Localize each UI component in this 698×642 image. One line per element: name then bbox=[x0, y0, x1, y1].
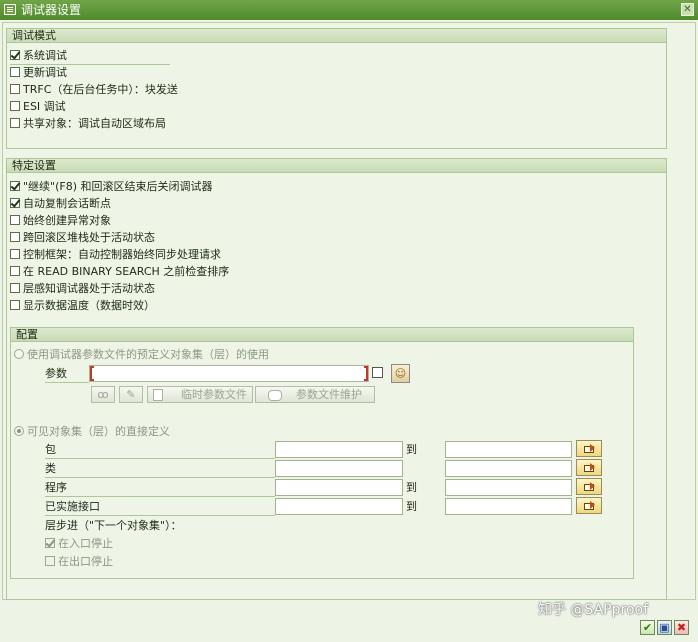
config-title: 配置 bbox=[11, 328, 633, 342]
title-bar: 调试器设置 ✕ bbox=[0, 0, 698, 20]
row-label-interface: 已实施接口 bbox=[45, 500, 100, 513]
debug-mode-list: 系统调试 更新调试 TRFC（在后台任务中）：块发送 ESI 调试 共享对象：调… bbox=[10, 47, 178, 132]
param-file-maintain-button[interactable]: 参数文件维护 bbox=[255, 386, 375, 403]
stop-at-entry-option[interactable]: 在入口停止 bbox=[45, 535, 113, 552]
checkbox[interactable] bbox=[10, 50, 20, 60]
stop-at-exit-option[interactable]: 在出口停止 bbox=[45, 553, 113, 570]
program-from-input[interactable] bbox=[275, 479, 403, 496]
option-system-debugging[interactable]: 系统调试 bbox=[10, 47, 178, 64]
package-from-input[interactable] bbox=[275, 441, 403, 458]
row-label-class: 类 bbox=[45, 462, 56, 475]
check-icon[interactable]: ✔ bbox=[640, 620, 655, 635]
to-label: 到 bbox=[406, 500, 417, 513]
edit-button[interactable]: ✎ bbox=[119, 386, 143, 403]
checkbox[interactable] bbox=[10, 283, 20, 293]
checkbox[interactable] bbox=[10, 232, 20, 242]
maintain-icon bbox=[268, 389, 282, 401]
option-update-debugging[interactable]: 更新调试 bbox=[10, 64, 178, 81]
save-icon[interactable]: ▣ bbox=[657, 620, 672, 635]
checkbox[interactable] bbox=[45, 538, 55, 548]
to-label: 到 bbox=[406, 481, 417, 494]
required-marker-right bbox=[364, 366, 368, 381]
option-layer-aware-debugger[interactable]: 层感知调试器处于活动状态 bbox=[10, 280, 229, 297]
checkbox[interactable] bbox=[10, 266, 20, 276]
pencil-icon: ✎ bbox=[126, 388, 136, 401]
option-control-framework-sync[interactable]: 控制框架：自动控制器始终同步处理请求 bbox=[10, 246, 229, 263]
close-button[interactable]: ✕ bbox=[681, 3, 694, 16]
class-from-input[interactable] bbox=[275, 460, 403, 477]
row-underline bbox=[45, 441, 275, 459]
option-shared-objects[interactable]: 共享对象：调试自动区域布局 bbox=[10, 115, 178, 132]
temp-param-file-button[interactable]: 临时参数文件 bbox=[147, 386, 253, 403]
package-to-input[interactable] bbox=[445, 441, 572, 458]
param-label-underline bbox=[45, 365, 89, 383]
checkbox[interactable] bbox=[10, 118, 20, 128]
required-marker-left bbox=[90, 366, 94, 381]
row-underline bbox=[45, 479, 275, 497]
checkbox[interactable] bbox=[10, 101, 20, 111]
special-settings-title: 特定设置 bbox=[7, 159, 666, 173]
checkbox[interactable] bbox=[10, 181, 20, 191]
option-always-create-exception[interactable]: 始终创建异常对象 bbox=[10, 212, 229, 229]
checkbox[interactable] bbox=[10, 84, 20, 94]
row-underline bbox=[45, 460, 275, 478]
checkbox[interactable] bbox=[10, 198, 20, 208]
watermark: 知乎 @SAPproof bbox=[538, 602, 649, 618]
dialog-icon bbox=[4, 4, 16, 15]
special-settings-group: 特定设置 "继续"(F8) 和回滚区结束后关闭调试器 自动复制会话断点 始终创建… bbox=[6, 158, 667, 600]
debug-mode-title: 调试模式 bbox=[7, 29, 666, 43]
user-icon[interactable]: ☺ bbox=[391, 364, 410, 383]
step-label: 层步进（"下一个对象集"）： bbox=[45, 519, 182, 532]
radio-direct[interactable] bbox=[14, 426, 24, 436]
class-to-input[interactable] bbox=[445, 460, 572, 477]
multiple-selection-button-package[interactable] bbox=[576, 440, 602, 457]
document-icon bbox=[153, 389, 163, 401]
interface-from-input[interactable] bbox=[275, 498, 403, 515]
row-label-package: 包 bbox=[45, 443, 56, 456]
program-to-input[interactable] bbox=[445, 479, 572, 496]
option-check-sort-binary-search[interactable]: 在 READ BINARY SEARCH 之前检查排序 bbox=[10, 263, 229, 280]
checkbox[interactable] bbox=[45, 556, 55, 566]
radio-predefined-option[interactable]: 使用调试器参数文件的预定义对象集（层）的使用 bbox=[14, 346, 269, 363]
multiple-selection-button-class[interactable] bbox=[576, 459, 602, 476]
checkbox[interactable] bbox=[10, 249, 20, 259]
to-label: 到 bbox=[406, 443, 417, 456]
option-copy-session-breakpoints[interactable]: 自动复制会话断点 bbox=[10, 195, 229, 212]
checkbox[interactable] bbox=[10, 300, 20, 310]
checkbox[interactable] bbox=[10, 67, 20, 77]
special-settings-list: "继续"(F8) 和回滚区结束后关闭调试器 自动复制会话断点 始终创建异常对象 … bbox=[10, 178, 229, 314]
param-input[interactable] bbox=[89, 365, 369, 382]
option-esi-debugging[interactable]: ESI 调试 bbox=[10, 98, 178, 115]
debug-mode-group: 调试模式 系统调试 更新调试 TRFC（在后台任务中）：块发送 ESI 调试 共… bbox=[6, 28, 667, 149]
option-data-temperature[interactable]: 显示数据温度（数据时效） bbox=[10, 297, 229, 314]
radio-predefined[interactable] bbox=[14, 349, 24, 359]
multiple-selection-button-interface[interactable] bbox=[576, 497, 602, 514]
glasses-icon: ꝏ bbox=[97, 388, 109, 401]
window-title: 调试器设置 bbox=[21, 3, 82, 17]
interface-to-input[interactable] bbox=[445, 498, 572, 515]
option-trfc[interactable]: TRFC（在后台任务中）：块发送 bbox=[10, 81, 178, 98]
option-close-after-continue[interactable]: "继续"(F8) 和回滚区结束后关闭调试器 bbox=[10, 178, 229, 195]
radio-direct-option[interactable]: 可见对象集（层）的直接定义 bbox=[14, 423, 170, 440]
option-cross-rollback-stack[interactable]: 跨回滚区堆栈处于活动状态 bbox=[10, 229, 229, 246]
checkbox[interactable] bbox=[10, 215, 20, 225]
cancel-icon[interactable]: ✖ bbox=[674, 620, 689, 635]
display-button[interactable]: ꝏ bbox=[91, 386, 115, 403]
row-label-program: 程序 bbox=[45, 481, 67, 494]
config-group: 配置 使用调试器参数文件的预定义对象集（层）的使用 参数 ☺ ꝏ ✎ 临时参数文… bbox=[10, 327, 634, 579]
multiple-selection-button-program[interactable] bbox=[576, 478, 602, 495]
value-help-icon[interactable] bbox=[372, 367, 383, 378]
